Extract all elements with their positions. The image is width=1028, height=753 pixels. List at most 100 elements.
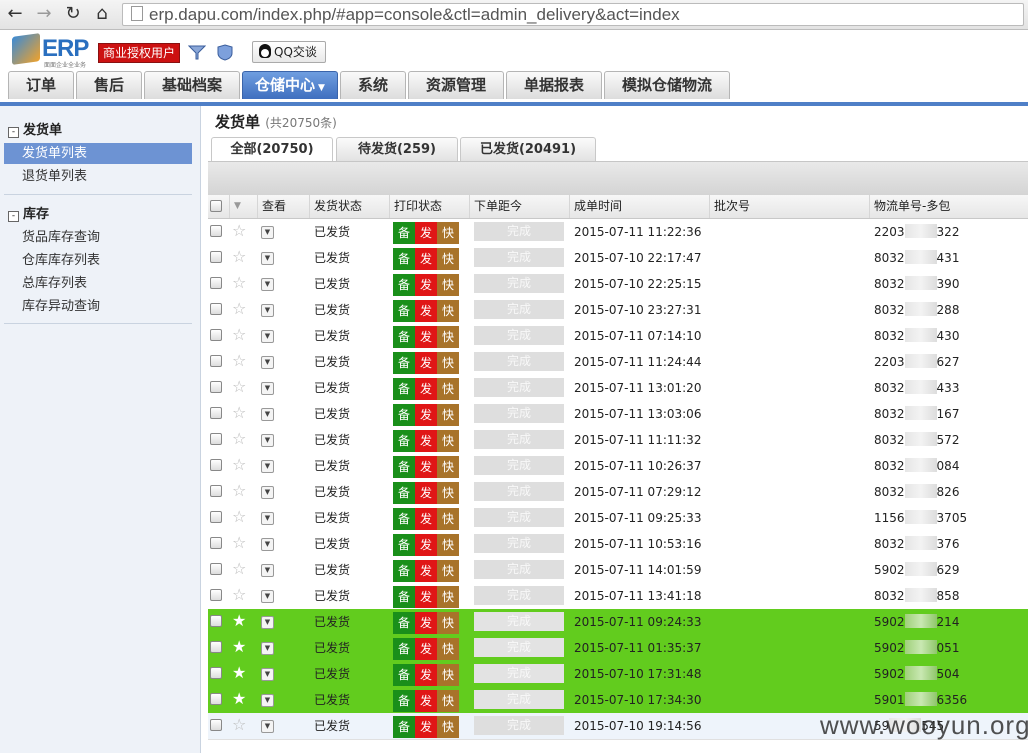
row-checkbox[interactable] bbox=[210, 485, 222, 497]
star-icon[interactable]: ★ bbox=[232, 664, 246, 682]
collapse-icon[interactable]: - bbox=[8, 127, 19, 138]
table-row[interactable]: ☆ ▼ 已发货 备发快完成 2015-07-11 07:14:10 8032 430 bbox=[208, 323, 1028, 350]
row-checkbox[interactable] bbox=[210, 277, 222, 289]
table-row[interactable]: ☆ ▼ 已发货 备发快完成 2015-07-11 11:22:36 2203 322 bbox=[208, 219, 1028, 246]
col-header-print-status[interactable]: 打印状态 bbox=[390, 195, 470, 218]
row-checkbox[interactable] bbox=[210, 381, 222, 393]
back-arrow-icon[interactable]: ← bbox=[4, 3, 26, 25]
subtab-all[interactable]: 全部(20750) bbox=[211, 137, 333, 161]
table-row[interactable]: ☆ ▼ 已发货 备发快完成 2015-07-11 13:41:18 8032 858 bbox=[208, 583, 1028, 610]
sidebar-group-delivery[interactable]: - 发货单 bbox=[8, 119, 62, 138]
row-checkbox[interactable] bbox=[210, 407, 222, 419]
star-icon[interactable]: ★ bbox=[232, 612, 246, 630]
view-dropdown-icon[interactable]: ▼ bbox=[261, 278, 274, 291]
col-header-tracking-no[interactable]: 物流单号-多包 bbox=[870, 195, 1028, 218]
row-checkbox[interactable] bbox=[210, 615, 222, 627]
star-icon[interactable]: ☆ bbox=[232, 482, 246, 500]
address-bar[interactable]: erp.dapu.com/index.php/#app=console&ctl=… bbox=[122, 3, 1024, 26]
table-row[interactable]: ☆ ▼ 已发货 备发快完成 2015-07-10 22:25:15 8032 390 bbox=[208, 271, 1028, 298]
table-row[interactable]: ☆ ▼ 已发货 备发快完成 2015-07-11 10:53:16 8032 376 bbox=[208, 531, 1028, 558]
table-row[interactable]: ☆ ▼ 已发货 备发快完成 2015-07-11 09:25:33 1156 3705 bbox=[208, 505, 1028, 532]
tab-resources[interactable]: 资源管理 bbox=[408, 71, 504, 99]
row-checkbox[interactable] bbox=[210, 641, 222, 653]
row-checkbox[interactable] bbox=[210, 563, 222, 575]
star-icon[interactable]: ☆ bbox=[232, 716, 246, 734]
table-row[interactable]: ☆ ▼ 已发货 备发快完成 2015-07-11 11:24:44 2203 627 bbox=[208, 349, 1028, 376]
tab-warehouse-center[interactable]: 仓储中心 ▼ bbox=[242, 71, 338, 99]
col-header-view[interactable]: 查看 bbox=[258, 195, 310, 218]
view-dropdown-icon[interactable]: ▼ bbox=[261, 720, 274, 733]
table-row[interactable]: ☆ ▼ 已发货 备发快完成 2015-07-11 14:01:59 5902 629 bbox=[208, 557, 1028, 584]
table-row[interactable]: ☆ ▼ 已发货 备发快完成 2015-07-11 13:03:06 8032 167 bbox=[208, 401, 1028, 428]
sidebar-item-delivery-list[interactable]: 发货单列表 bbox=[4, 143, 192, 164]
row-checkbox[interactable] bbox=[210, 667, 222, 679]
col-header-ship-status[interactable]: 发货状态 bbox=[310, 195, 390, 218]
view-dropdown-icon[interactable]: ▼ bbox=[261, 408, 274, 421]
star-icon[interactable]: ★ bbox=[232, 638, 246, 656]
sort-column-header[interactable]: ▼ bbox=[230, 195, 258, 218]
view-dropdown-icon[interactable]: ▼ bbox=[261, 694, 274, 707]
star-icon[interactable]: ☆ bbox=[232, 378, 246, 396]
star-icon[interactable]: ☆ bbox=[232, 274, 246, 292]
view-dropdown-icon[interactable]: ▼ bbox=[261, 434, 274, 447]
star-icon[interactable]: ☆ bbox=[232, 508, 246, 526]
row-checkbox[interactable] bbox=[210, 251, 222, 263]
row-checkbox[interactable] bbox=[210, 537, 222, 549]
sidebar-group-inventory[interactable]: - 库存 bbox=[8, 203, 49, 222]
view-dropdown-icon[interactable]: ▼ bbox=[261, 304, 274, 317]
row-checkbox[interactable] bbox=[210, 511, 222, 523]
view-dropdown-icon[interactable]: ▼ bbox=[261, 460, 274, 473]
filter-icon[interactable] bbox=[187, 44, 207, 61]
row-checkbox[interactable] bbox=[210, 693, 222, 705]
view-dropdown-icon[interactable]: ▼ bbox=[261, 486, 274, 499]
qq-chat-button[interactable]: QQ交谈 bbox=[252, 41, 326, 63]
row-checkbox[interactable] bbox=[210, 225, 222, 237]
star-icon[interactable]: ☆ bbox=[232, 534, 246, 552]
star-icon[interactable]: ☆ bbox=[232, 248, 246, 266]
col-header-order-time[interactable]: 成单时间 bbox=[570, 195, 710, 218]
view-dropdown-icon[interactable]: ▼ bbox=[261, 330, 274, 343]
view-dropdown-icon[interactable]: ▼ bbox=[261, 538, 274, 551]
subtab-pending[interactable]: 待发货(259) bbox=[336, 137, 458, 161]
row-checkbox[interactable] bbox=[210, 589, 222, 601]
table-row[interactable]: ☆ ▼ 已发货 备发快完成 2015-07-11 11:11:32 8032 572 bbox=[208, 427, 1028, 454]
collapse-icon[interactable]: - bbox=[8, 211, 19, 222]
star-icon[interactable]: ☆ bbox=[232, 326, 246, 344]
col-header-batch-no[interactable]: 批次号 bbox=[710, 195, 870, 218]
view-dropdown-icon[interactable]: ▼ bbox=[261, 590, 274, 603]
star-icon[interactable]: ☆ bbox=[232, 430, 246, 448]
tab-system[interactable]: 系统 bbox=[340, 71, 406, 99]
forward-arrow-icon[interactable]: → bbox=[33, 3, 55, 25]
row-checkbox[interactable] bbox=[210, 433, 222, 445]
view-dropdown-icon[interactable]: ▼ bbox=[261, 564, 274, 577]
tab-orders[interactable]: 订单 bbox=[8, 71, 74, 99]
view-dropdown-icon[interactable]: ▼ bbox=[261, 642, 274, 655]
col-header-order-age[interactable]: 下单距今 bbox=[470, 195, 570, 218]
sidebar-item-return-list[interactable]: 退货单列表 bbox=[4, 166, 192, 187]
row-checkbox[interactable] bbox=[210, 355, 222, 367]
star-icon[interactable]: ☆ bbox=[232, 352, 246, 370]
view-dropdown-icon[interactable]: ▼ bbox=[261, 382, 274, 395]
star-icon[interactable]: ☆ bbox=[232, 404, 246, 422]
sidebar-item-stock-changes[interactable]: 库存异动查询 bbox=[4, 296, 192, 317]
table-row[interactable]: ☆ ▼ 已发货 备发快完成 2015-07-10 23:27:31 8032 288 bbox=[208, 297, 1028, 324]
view-dropdown-icon[interactable]: ▼ bbox=[261, 668, 274, 681]
table-row[interactable]: ★ ▼ 已发货 备发快完成 2015-07-11 01:35:37 5902 051 bbox=[208, 635, 1028, 662]
view-dropdown-icon[interactable]: ▼ bbox=[261, 356, 274, 369]
table-row[interactable]: ☆ ▼ 已发货 备发快完成 2015-07-11 10:26:37 8032 084 bbox=[208, 453, 1028, 480]
tab-simulated-logistics[interactable]: 模拟仓储物流 bbox=[604, 71, 730, 99]
star-icon[interactable]: ☆ bbox=[232, 300, 246, 318]
select-all-checkbox[interactable] bbox=[210, 200, 222, 212]
tab-basic-archive[interactable]: 基础档案 bbox=[144, 71, 240, 99]
star-icon[interactable]: ☆ bbox=[232, 456, 246, 474]
table-row[interactable]: ☆ ▼ 已发货 备发快完成 2015-07-10 22:17:47 8032 431 bbox=[208, 245, 1028, 272]
view-dropdown-icon[interactable]: ▼ bbox=[261, 252, 274, 265]
sidebar-item-warehouse-stock[interactable]: 仓库库存列表 bbox=[4, 250, 192, 271]
table-row[interactable]: ★ ▼ 已发货 备发快完成 2015-07-10 17:31:48 5902 504 bbox=[208, 661, 1028, 688]
row-checkbox[interactable] bbox=[210, 719, 222, 731]
view-dropdown-icon[interactable]: ▼ bbox=[261, 226, 274, 239]
view-dropdown-icon[interactable]: ▼ bbox=[261, 616, 274, 629]
table-row[interactable]: ☆ ▼ 已发货 备发快完成 2015-07-11 07:29:12 8032 826 bbox=[208, 479, 1028, 506]
home-icon[interactable]: ⌂ bbox=[91, 3, 113, 25]
row-checkbox[interactable] bbox=[210, 303, 222, 315]
